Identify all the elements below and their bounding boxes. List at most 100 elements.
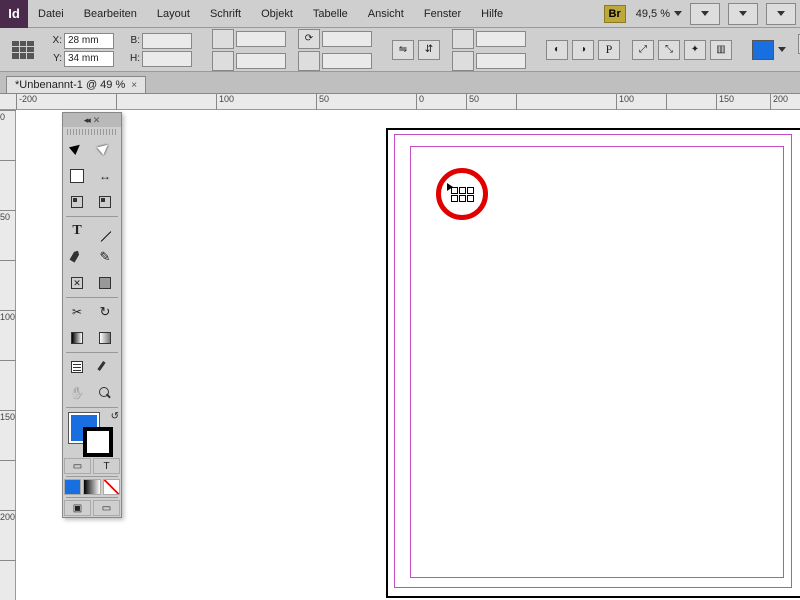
note-icon (69, 359, 85, 375)
pencil-tool[interactable] (91, 244, 119, 270)
page-tool[interactable] (63, 163, 91, 189)
w-label: B: (126, 35, 140, 46)
center-content-button[interactable]: ✦ (684, 40, 706, 60)
panel-grip[interactable] (67, 129, 117, 135)
swap-fill-stroke-icon[interactable]: ↺ (111, 411, 119, 422)
ruler-tick: 100 (216, 94, 234, 110)
menu-view[interactable]: Ansicht (358, 0, 414, 27)
type-tool[interactable] (63, 218, 91, 244)
format-container-button[interactable]: ▭ (64, 458, 91, 474)
chevron-down-icon (777, 11, 785, 16)
menu-edit[interactable]: Bearbeiten (74, 0, 147, 27)
ruler-tick: 0 (416, 94, 424, 110)
pen-tool[interactable] (63, 244, 91, 270)
screen-mode-button[interactable] (728, 3, 758, 25)
gradient-swatch-tool[interactable] (63, 325, 91, 351)
select-container-button[interactable]: ◐ (546, 40, 568, 60)
placeholder-text-icon (451, 187, 474, 202)
normal-view-button[interactable]: ▣ (64, 500, 91, 516)
ruler-tick (116, 94, 119, 110)
view-options-button[interactable] (690, 3, 720, 25)
menu-file[interactable]: Datei (28, 0, 74, 27)
flip-vertical-button[interactable]: ⇵ (418, 40, 440, 60)
ruler-tick: 50 (316, 94, 329, 110)
pen-icon (69, 249, 85, 265)
arrange-docs-button[interactable] (766, 3, 796, 25)
direct-selection-tool[interactable] (91, 137, 119, 163)
ruler-tick: 200 (0, 510, 16, 522)
zoom-tool[interactable] (91, 380, 119, 406)
tools-panel-header[interactable]: ◂◂ ✕ (63, 113, 121, 127)
gap-tool[interactable] (91, 163, 119, 189)
stroke-swatch[interactable] (83, 427, 113, 457)
line-tool[interactable] (91, 218, 119, 244)
rotate-field[interactable] (322, 31, 372, 47)
menu-help[interactable]: Hilfe (471, 0, 513, 27)
format-text-button[interactable]: T (93, 458, 120, 474)
width-field[interactable] (142, 33, 192, 49)
annotation-circle (436, 168, 488, 220)
rectangle-icon (97, 275, 113, 291)
menu-window[interactable]: Fenster (414, 0, 471, 27)
fill-stroke-proxy[interactable]: ↺ (63, 409, 121, 457)
control-strip: X: 28 mm Y: 34 mm B: H: ⟳ ⇋ ⇵ ◐ (0, 28, 800, 72)
line-icon (97, 223, 113, 239)
scale-y-field[interactable] (236, 53, 286, 69)
format-affects-row: ▭ T (63, 457, 121, 475)
vertical-ruler: 050100150200 (0, 110, 16, 600)
hand-tool[interactable] (63, 380, 91, 406)
scale-x-field[interactable] (236, 31, 286, 47)
apply-none-button[interactable] (103, 479, 120, 495)
height-field[interactable] (142, 51, 192, 67)
tools-panel[interactable]: ◂◂ ✕ (62, 112, 122, 518)
reference-point-icon (10, 39, 36, 61)
fill-stroke-group (748, 40, 790, 60)
close-icon[interactable]: × (131, 80, 137, 91)
rectangle-frame-tool[interactable] (63, 270, 91, 296)
gradient-feather-tool[interactable] (91, 325, 119, 351)
shear-field[interactable] (322, 53, 372, 69)
ruler-tick: 200 (770, 94, 788, 110)
eyedropper-tool[interactable] (91, 354, 119, 380)
ruler-tick (0, 260, 16, 262)
flip-horizontal-button[interactable]: ⇋ (392, 40, 414, 60)
rotate-icon: ⟳ (298, 29, 320, 49)
x-field[interactable]: 28 mm (64, 33, 114, 49)
bridge-button[interactable]: Br (604, 5, 626, 23)
pasteboard[interactable]: ◂◂ ✕ (16, 110, 800, 600)
container-y-icon (452, 51, 474, 71)
scale-y-icon (212, 51, 234, 71)
free-transform-tool[interactable] (91, 299, 119, 325)
ruler-tick: 150 (716, 94, 734, 110)
content-collector-tool[interactable] (63, 189, 91, 215)
color-apply-row (63, 478, 121, 496)
container-x-field[interactable] (476, 31, 526, 47)
close-icon[interactable]: ✕ (93, 115, 101, 126)
menu-layout[interactable]: Layout (147, 0, 200, 27)
container-y-field[interactable] (476, 53, 526, 69)
page-icon (69, 168, 85, 184)
apply-gradient-button[interactable] (83, 479, 100, 495)
select-content-button[interactable]: ◑ (572, 40, 594, 60)
fill-color-swatch[interactable] (752, 40, 774, 60)
note-tool[interactable] (63, 354, 91, 380)
content-collector-icon (69, 194, 85, 210)
selection-tool[interactable] (63, 137, 91, 163)
document-tab[interactable]: *Unbenannt-1 @ 49 % × (6, 76, 146, 93)
preview-view-button[interactable]: ▭ (93, 500, 120, 516)
menu-table[interactable]: Tabelle (303, 0, 358, 27)
fill-frame-button[interactable]: ▥ (710, 40, 732, 60)
fit-frame-button[interactable]: ⤡ (658, 40, 680, 60)
paragraph-format-button[interactable]: P (598, 40, 620, 60)
menu-type[interactable]: Schrift (200, 0, 251, 27)
rectangle-tool[interactable] (91, 270, 119, 296)
menubar: Id Datei Bearbeiten Layout Schrift Objek… (0, 0, 800, 28)
apply-color-button[interactable] (64, 479, 81, 495)
zoom-level-dropdown[interactable]: 49,5 % (632, 8, 686, 20)
y-field[interactable]: 34 mm (64, 51, 114, 67)
fit-content-button[interactable]: ⤢ (632, 40, 654, 60)
reference-point-grid[interactable] (6, 39, 40, 61)
menu-object[interactable]: Objekt (251, 0, 303, 27)
scissors-tool[interactable] (63, 299, 91, 325)
content-placer-tool[interactable] (91, 189, 119, 215)
